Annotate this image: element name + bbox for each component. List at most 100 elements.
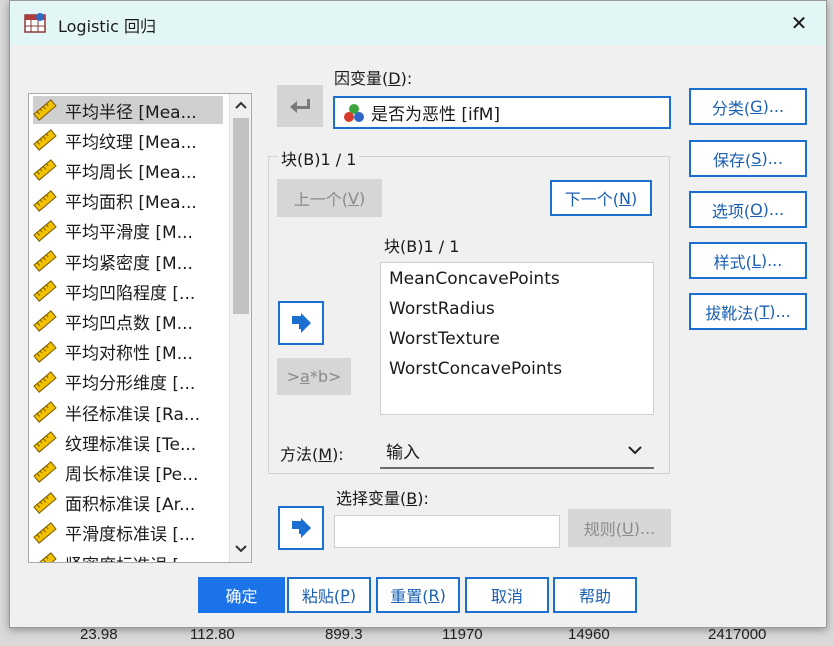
covariate-item[interactable]: WorstConcavePoints	[389, 359, 562, 379]
variable-list-item[interactable]: 半径标准误 [Ra...	[33, 398, 223, 426]
variable-list-item[interactable]: 平均对称性 [M...	[33, 338, 223, 366]
save-button[interactable]: 保存(S)...	[689, 140, 807, 177]
arrow-left-icon	[290, 99, 310, 113]
title-bar: Logistic 回归 ✕	[10, 1, 826, 45]
scale-variable-icon	[33, 340, 57, 363]
variable-label: 平均凹点数 [M...	[65, 313, 193, 334]
next-block-button[interactable]: 下一个(N)	[550, 180, 652, 216]
covariate-item[interactable]: WorstRadius	[389, 299, 495, 319]
arrow-right-icon	[292, 518, 311, 538]
variable-list-item[interactable]: 平均面积 [Mea...	[33, 187, 223, 215]
variable-list[interactable]: 紧密度标准误 [... 平滑度标准误 [... 面积标准误 [Ar... 周长标准误 …	[28, 93, 252, 563]
scale-variable-icon	[33, 370, 57, 393]
variable-list-item[interactable]: 平均半径 [Mea...	[33, 96, 223, 124]
scale-variable-icon	[33, 310, 57, 333]
help-button[interactable]: 帮助	[553, 577, 637, 613]
interaction-button[interactable]: > a *b>	[277, 358, 351, 395]
scale-variable-icon	[33, 521, 57, 544]
background-cell: 14960	[568, 626, 610, 643]
block-group-title: 块(B)1 / 1	[278, 146, 360, 170]
covariate-item[interactable]: WorstTexture	[389, 329, 500, 349]
background-cell: 2417000	[708, 626, 767, 643]
move-dependent-button[interactable]	[277, 85, 323, 127]
variable-list-item[interactable]: 平均凹陷程度 [...	[33, 277, 223, 305]
scale-variable-icon	[33, 280, 57, 303]
variable-list-item[interactable]: 面积标准误 [Ar...	[33, 489, 223, 517]
variable-label: 面积标准误 [Ar...	[65, 495, 196, 516]
scale-variable-icon	[33, 461, 57, 484]
dependent-label: 因变量(D):	[334, 69, 413, 88]
close-icon: ✕	[790, 11, 808, 35]
method-select[interactable]: 输入	[380, 433, 654, 469]
scale-variable-icon	[33, 491, 57, 514]
variable-list-scrollbar[interactable]	[229, 94, 251, 562]
variable-label: 平滑度标准误 [...	[65, 525, 196, 546]
style-button[interactable]: 样式(L)...	[689, 242, 807, 279]
nominal-variable-icon	[344, 103, 364, 122]
variable-list-item[interactable]: 平滑度标准误 [...	[33, 519, 223, 547]
categorical-button[interactable]: 分类(G)...	[689, 88, 807, 125]
options-button[interactable]: 选项(O)...	[689, 191, 807, 228]
scale-variable-icon	[33, 129, 57, 152]
variable-label: 平均平滑度 [M...	[65, 223, 193, 244]
window-title: Logistic 回归	[58, 17, 156, 36]
chevron-up-icon	[235, 101, 247, 109]
variable-list-item[interactable]: 平均纹理 [Mea...	[33, 126, 223, 154]
background-cell: 899.3	[325, 626, 363, 643]
variable-list-item[interactable]: 平均紧密度 [M...	[33, 247, 223, 275]
paste-button[interactable]: 粘贴(P)	[287, 577, 371, 613]
scale-variable-icon	[33, 401, 57, 423]
scroll-up-button[interactable]	[230, 94, 251, 116]
dependent-field[interactable]: 是否为恶性 [ifM]	[333, 96, 671, 129]
variable-label: 平均面积 [Mea...	[65, 193, 197, 214]
variable-label: 平均紧密度 [M...	[65, 253, 193, 274]
scale-variable-icon	[33, 219, 57, 242]
ok-button[interactable]: 确定	[198, 577, 285, 613]
arrow-right-icon	[292, 313, 311, 333]
spss-app-icon	[24, 13, 46, 33]
variable-list-item[interactable]: 平均周长 [Mea...	[33, 156, 223, 184]
cancel-button[interactable]: 取消	[465, 577, 549, 613]
variable-label: 纹理标准误 [Te...	[65, 434, 197, 455]
covariate-item[interactable]: MeanConcavePoints	[389, 269, 560, 289]
variable-list-item[interactable]: 平均凹点数 [M...	[33, 307, 223, 335]
variable-label: 平均纹理 [Mea...	[65, 132, 197, 153]
rule-button[interactable]: 规则(U)...	[568, 509, 671, 547]
method-value: 输入	[386, 442, 420, 463]
selection-variable-label: 选择变量(B):	[336, 489, 429, 508]
variable-list-item[interactable]: 紧密度标准误 [...	[33, 549, 223, 563]
reset-button[interactable]: 重置(R)	[376, 577, 460, 613]
close-button[interactable]: ✕	[772, 1, 826, 45]
scale-variable-icon	[33, 159, 57, 182]
variable-list-item[interactable]: 平均分形维度 [...	[33, 368, 223, 396]
variable-list-item[interactable]: 平均平滑度 [M...	[33, 217, 223, 245]
scroll-down-button[interactable]	[230, 538, 251, 560]
block-inner-label: 块(B)1 / 1	[384, 237, 460, 256]
dependent-value: 是否为恶性 [ifM]	[371, 105, 501, 125]
chevron-down-icon	[235, 545, 247, 553]
move-selection-variable-button[interactable]	[278, 506, 324, 550]
move-covariate-button[interactable]	[278, 301, 324, 345]
scroll-thumb[interactable]	[233, 118, 249, 314]
scale-variable-icon	[33, 250, 57, 272]
variable-label: 平均周长 [Mea...	[65, 162, 197, 183]
selection-variable-field[interactable]	[334, 515, 560, 548]
chevron-down-icon	[628, 445, 642, 454]
variable-label: 平均凹陷程度 [...	[65, 283, 196, 304]
background-cell: 23.98	[80, 626, 118, 643]
variable-label: 紧密度标准误 [...	[65, 551, 195, 563]
background-cell: 112.80	[190, 626, 235, 643]
scale-variable-icon	[33, 552, 57, 562]
logistic-regression-dialog: Logistic 回归 ✕ 紧密度标准误 [... 平滑度标准误 [... 面积标准…	[9, 0, 827, 628]
scale-variable-icon	[33, 99, 57, 121]
variable-label: 平均半径 [Mea...	[65, 102, 197, 123]
variable-list-item[interactable]: 纹理标准误 [Te...	[33, 428, 223, 456]
variable-label: 平均对称性 [M...	[65, 344, 193, 365]
previous-block-button[interactable]: 上一个(V)	[277, 179, 382, 217]
variable-list-item[interactable]: 周长标准误 [Pe...	[33, 458, 223, 486]
bootstrap-button[interactable]: 拔靴法(T)...	[689, 293, 807, 330]
background-sheet-row: 23.98 112.80 899.3 11970 14960 2417000	[0, 626, 834, 646]
covariates-list[interactable]: MeanConcavePoints WorstRadius WorstTexture…	[380, 262, 654, 415]
scale-variable-icon	[33, 431, 57, 454]
variable-label: 平均分形维度 [...	[65, 374, 196, 395]
